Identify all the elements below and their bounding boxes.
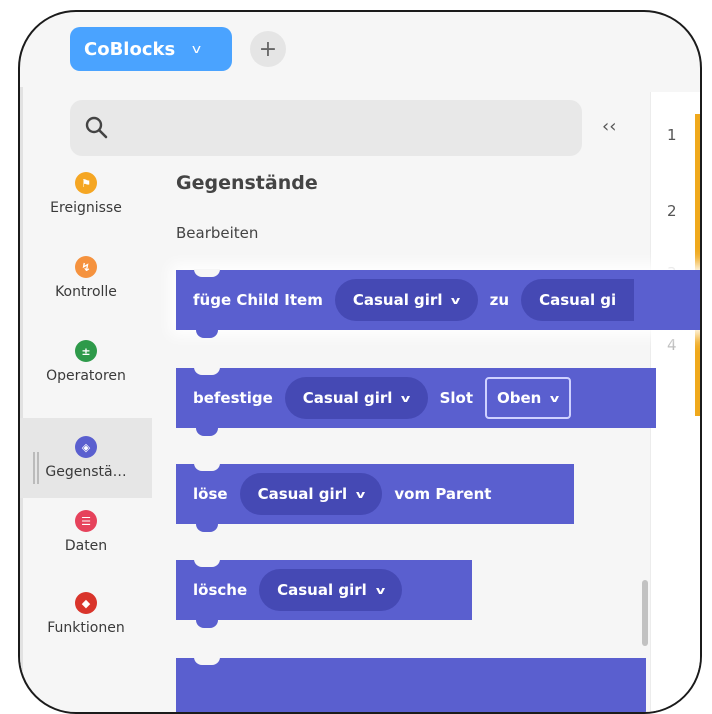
select-value: Oben: [497, 389, 542, 407]
category-label: Ereignisse: [50, 200, 122, 216]
chevron-down-icon: v: [451, 293, 461, 307]
item-dropdown[interactable]: Casual girl v: [284, 377, 428, 419]
category-gegenstaende[interactable]: ◈ Gegenstä…: [20, 418, 152, 498]
search-icon: [85, 116, 108, 139]
dropdown-value: Casual girl: [277, 581, 367, 599]
script-gutter: 1 2 3 4: [650, 92, 700, 712]
attach-block[interactable]: befestige Casual girl v Slot Oben v: [176, 367, 656, 436]
category-label: Kontrolle: [55, 284, 117, 300]
slot-select[interactable]: Oben v: [485, 377, 571, 419]
category-panel: ⚑ Ereignisse ↯ Kontrolle ± Operatoren ◈ …: [20, 162, 152, 712]
operators-icon: ±: [75, 340, 97, 362]
panel-resize-handle[interactable]: [33, 452, 39, 484]
category-daten[interactable]: ☰ Daten: [20, 510, 152, 554]
next-block[interactable]: [176, 657, 646, 712]
dropdown-value: Casual girl: [302, 389, 393, 407]
project-dropdown[interactable]: CoBlocks v: [70, 27, 232, 71]
cube-icon: ◈: [75, 436, 97, 458]
section-subtitle: Bearbeiten: [176, 224, 259, 242]
dropdown-value: Casual girl: [257, 485, 348, 503]
chevron-down-icon: v: [401, 391, 411, 405]
app-window: CoBlocks v + ‹‹ 1 2 3 4 ⚑ Ereignisse ↯ K…: [18, 10, 702, 714]
category-ereignisse[interactable]: ⚑ Ereignisse: [20, 172, 152, 216]
item-dropdown[interactable]: Casual girl v: [259, 569, 402, 611]
chevron-down-icon: v: [550, 391, 560, 405]
line-number: 2: [667, 202, 677, 220]
category-label: Funktionen: [47, 620, 125, 636]
category-label: Daten: [64, 538, 108, 554]
item-dropdown[interactable]: Casual girl v: [239, 473, 383, 515]
dropdown-value: Casual girl: [352, 291, 443, 309]
line-number: 4: [667, 336, 677, 354]
target-dropdown[interactable]: Casual gi: [521, 279, 635, 321]
delete-block[interactable]: lösche Casual girl v: [176, 559, 472, 628]
chevron-down-icon: v: [375, 583, 386, 597]
block-label: befestige: [193, 389, 273, 407]
chevron-down-icon: v: [356, 487, 366, 501]
control-icon: ↯: [75, 256, 97, 278]
block-label: lösche: [193, 581, 248, 599]
project-label: CoBlocks: [84, 38, 176, 60]
category-funktionen[interactable]: ◆ Funktionen: [20, 592, 152, 636]
flag-icon: ⚑: [75, 172, 97, 194]
block-label: Slot: [439, 389, 474, 407]
add-project-button[interactable]: +: [250, 31, 286, 67]
functions-icon: ◆: [75, 592, 97, 614]
detach-block[interactable]: löse Casual girl v vom Parent: [176, 463, 574, 532]
data-icon: ☰: [75, 510, 97, 532]
line-number: 1: [667, 126, 677, 144]
dropdown-value: Casual gi: [539, 291, 617, 309]
category-operatoren[interactable]: ± Operatoren: [20, 340, 152, 384]
item-dropdown[interactable]: Casual girl v: [334, 279, 478, 321]
category-kontrolle[interactable]: ↯ Kontrolle: [20, 256, 152, 300]
section-title: Gegenstände: [176, 172, 318, 194]
block-label: löse: [193, 485, 228, 503]
scrollbar[interactable]: [642, 580, 648, 646]
category-label: Operatoren: [46, 368, 126, 384]
collapse-panel-button[interactable]: ‹‹: [602, 116, 616, 137]
block-label: zu: [489, 291, 510, 309]
category-label: Gegenstä…: [45, 464, 127, 480]
chevron-down-icon: v: [192, 42, 202, 56]
block-label: füge Child Item: [193, 291, 323, 309]
block-label: vom Parent: [394, 485, 492, 503]
search-input[interactable]: [70, 100, 582, 156]
line-marker: [695, 114, 700, 196]
add-child-item-block[interactable]: füge Child Item Casual girl v zu Casual …: [176, 269, 700, 338]
